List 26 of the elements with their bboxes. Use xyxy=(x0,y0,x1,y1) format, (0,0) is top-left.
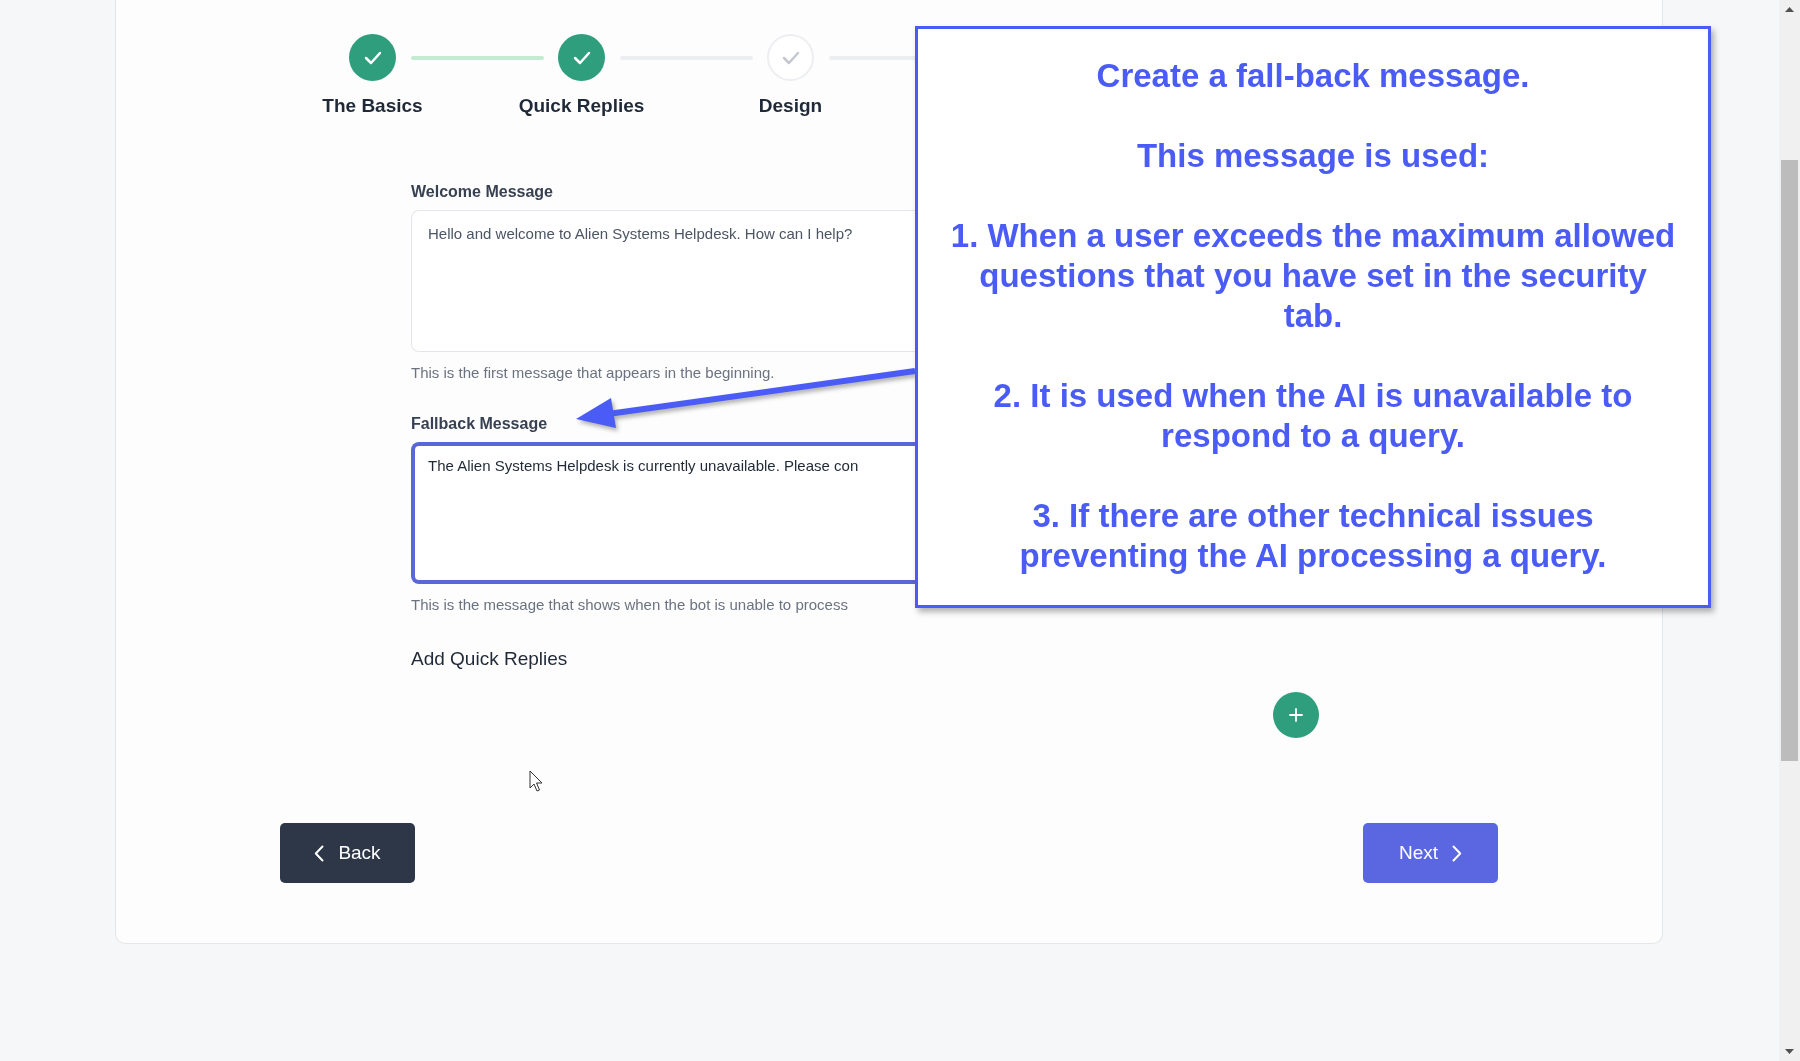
message-text-area[interactable]: The Alien Systems Helpdesk is currently unavailable. Please con xyxy=(411,442,916,584)
callout-text: This message is used: xyxy=(1135,136,1491,176)
plus-icon xyxy=(1289,708,1303,722)
scroll-up-icon[interactable] xyxy=(1785,7,1794,12)
section-heading: Add Quick Replies xyxy=(411,647,568,671)
callout-point: 2. It is used when the AI is unavailable to respond to a query. xyxy=(992,376,1634,456)
field-label: Welcome Message xyxy=(411,182,553,202)
message-text-area[interactable]: Hello and welcome to Alien Systems Helpdesk. How can I help? xyxy=(411,210,916,352)
callout-point: 3. If there are other technical issues preventing the AI processing a query. xyxy=(1018,496,1608,576)
chevron-left-icon xyxy=(314,844,325,862)
callout-title: Create a fall-back message. xyxy=(1095,56,1531,96)
help-text: This is the first message that appears in the beginning. xyxy=(411,364,775,382)
step-label: Quick Replies xyxy=(518,94,645,118)
step-label: Design xyxy=(758,94,823,118)
callout-point: 1. When a user exceeds the maximum allowed questions that you have set in the security tab. xyxy=(949,216,1677,336)
scrollbar-thumb[interactable] xyxy=(1781,160,1798,761)
add-button[interactable] xyxy=(1273,692,1319,738)
next-button[interactable]: Next xyxy=(1363,823,1498,883)
chevron-right-icon xyxy=(1452,844,1463,862)
step-label: The Basics xyxy=(322,94,423,118)
mouse-pointer-icon xyxy=(529,770,543,792)
help-text: This is the message that shows when the bot is unable to process xyxy=(411,596,848,614)
field-label: Fallback Message xyxy=(411,414,548,434)
scroll-down-icon[interactable] xyxy=(1785,1049,1794,1054)
scrollbar-track[interactable] xyxy=(1779,0,1800,1061)
back-button[interactable]: Back xyxy=(280,823,415,883)
